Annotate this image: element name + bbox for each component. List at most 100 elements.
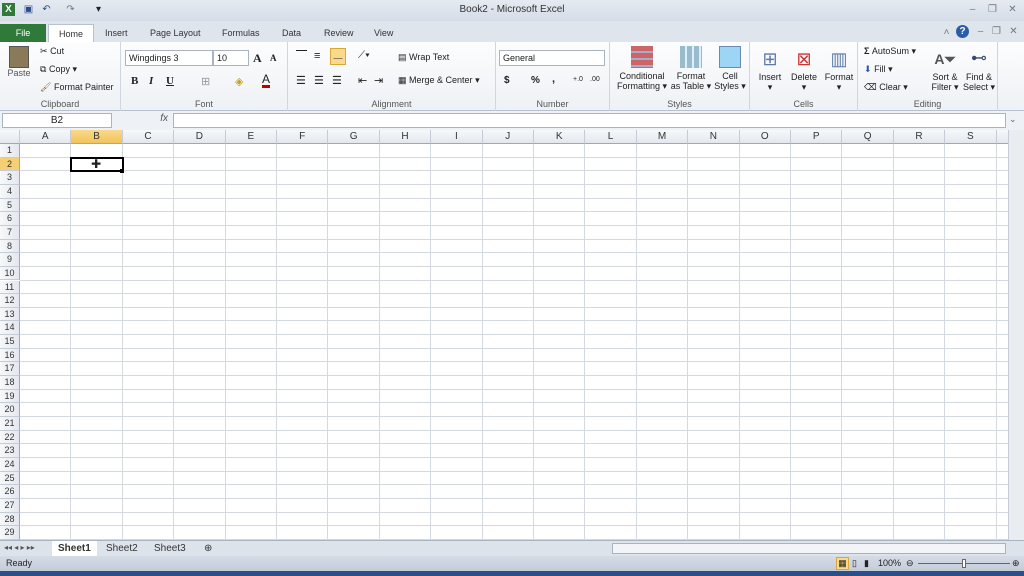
row-header-4[interactable]: 4 <box>0 184 20 199</box>
clear-button[interactable]: ⌫ Clear ▾ <box>864 82 908 93</box>
align-right-icon[interactable]: ☰ <box>332 74 342 87</box>
format-as-table-button[interactable]: Format as Table ▾ <box>670 46 712 91</box>
fill-color-icon[interactable]: ◈ <box>235 75 243 88</box>
workbook-restore-icon[interactable]: ❐ <box>990 25 1003 38</box>
sheet-nav-icon[interactable]: ◂◂ ◂ ▸ ▸▸ <box>4 543 35 552</box>
row-header-6[interactable]: 6 <box>0 212 20 226</box>
column-header-B[interactable]: B <box>71 130 123 144</box>
select-all-corner[interactable] <box>0 130 20 144</box>
underline-button[interactable]: U <box>166 75 174 87</box>
italic-button[interactable]: I <box>149 75 153 87</box>
row-header-21[interactable]: 21 <box>0 417 20 431</box>
sheet-tab-2[interactable]: Sheet2 <box>100 541 144 556</box>
conditional-formatting-button[interactable]: Conditional Formatting ▾ <box>614 46 670 91</box>
row-header-13[interactable]: 13 <box>0 307 20 322</box>
minimize-icon[interactable]: – <box>966 3 979 16</box>
row-header-25[interactable]: 25 <box>0 471 20 486</box>
row-header-26[interactable]: 26 <box>0 485 20 499</box>
insert-cells-button[interactable]: ⊞ Insert ▾ <box>754 46 786 92</box>
row-header-16[interactable]: 16 <box>0 348 20 363</box>
column-header-T[interactable] <box>996 130 1008 144</box>
tab-review[interactable]: Review <box>314 24 364 42</box>
sheet-tab-1[interactable]: Sheet1 <box>52 541 97 556</box>
spreadsheet-grid[interactable]: A B C D E F G H I J K L M N O P Q R S 1 2 3 4 5 6 7 8 9 10 11 12 13 14 15… <box>0 130 1008 540</box>
row-header-24[interactable]: 24 <box>0 457 20 472</box>
tab-file[interactable]: File <box>0 24 46 42</box>
row-header-10[interactable]: 10 <box>0 266 20 281</box>
font-color-button[interactable]: A <box>262 73 271 88</box>
font-size-select[interactable]: 10 <box>213 50 249 66</box>
zoom-out-icon[interactable]: ⊖ <box>906 556 914 571</box>
row-header-14[interactable]: 14 <box>0 321 20 336</box>
tab-home[interactable]: Home <box>48 24 95 42</box>
increase-decimal-button[interactable]: +.0 <box>573 76 583 83</box>
column-header-O[interactable]: O <box>739 130 791 144</box>
row-header-22[interactable]: 22 <box>0 430 20 445</box>
delete-cells-button[interactable]: ⊠ Delete ▾ <box>788 46 820 92</box>
row-header-11[interactable]: 11 <box>0 280 20 295</box>
column-header-G[interactable]: G <box>328 130 380 144</box>
row-header-9[interactable]: 9 <box>0 253 20 267</box>
row-header-12[interactable]: 12 <box>0 294 20 308</box>
row-header-5[interactable]: 5 <box>0 198 20 213</box>
expand-formula-bar-icon[interactable]: ⌄ <box>1009 114 1017 125</box>
middle-align-icon[interactable]: ≡ <box>314 50 320 62</box>
column-header-F[interactable]: F <box>277 130 329 144</box>
minimize-ribbon-icon[interactable]: ˄ <box>940 26 953 39</box>
vertical-scrollbar[interactable] <box>1008 130 1024 540</box>
restore-icon[interactable]: ❐ <box>986 3 999 16</box>
formula-input[interactable] <box>173 113 1006 128</box>
autosum-button[interactable]: Σ AutoSum ▾ <box>864 46 916 57</box>
row-header-15[interactable]: 15 <box>0 335 20 349</box>
column-header-A[interactable]: A <box>20 130 72 144</box>
close-icon[interactable]: ✕ <box>1006 3 1019 16</box>
wrap-text-button[interactable]: ▤ Wrap Text <box>398 52 449 63</box>
tab-formulas[interactable]: Formulas <box>212 24 270 42</box>
column-header-L[interactable]: L <box>585 130 637 144</box>
page-break-view-icon[interactable]: ▮ <box>864 556 869 571</box>
insert-sheet-icon[interactable]: ⊕ <box>198 541 218 556</box>
borders-icon[interactable]: ⊞ <box>201 75 210 88</box>
column-header-R[interactable]: R <box>893 130 946 144</box>
copy-button[interactable]: ⧉ Copy ▾ <box>40 64 77 75</box>
paste-button[interactable]: Paste <box>6 46 32 78</box>
top-align-icon[interactable]: ⎺ <box>296 50 307 63</box>
workbook-close-icon[interactable]: ✕ <box>1007 25 1020 38</box>
tab-data[interactable]: Data <box>272 24 311 42</box>
cut-button[interactable]: ✂ Cut <box>40 46 64 57</box>
percent-button[interactable]: % <box>531 75 540 86</box>
align-left-icon[interactable]: ☰ <box>296 74 306 87</box>
horizontal-scrollbar[interactable] <box>612 543 1006 554</box>
zoom-level[interactable]: 100% <box>878 556 901 571</box>
page-layout-view-icon[interactable]: ▯ <box>852 556 857 571</box>
format-painter-button[interactable]: 🖌 Format Painter <box>40 82 113 93</box>
zoom-in-icon[interactable]: ⊕ <box>1012 556 1020 571</box>
help-icon[interactable]: ? <box>956 25 969 38</box>
cell-styles-button[interactable]: Cell Styles ▾ <box>712 46 748 91</box>
row-header-18[interactable]: 18 <box>0 376 20 390</box>
increase-indent-icon[interactable]: ⇥ <box>374 74 383 87</box>
font-name-select[interactable]: Wingdings 3 <box>125 50 213 66</box>
fill-button[interactable]: ⬇ Fill ▾ <box>864 64 893 75</box>
sheet-tab-3[interactable]: Sheet3 <box>148 541 192 556</box>
name-box[interactable]: B2 <box>2 113 112 128</box>
grow-font-button[interactable]: A <box>253 51 262 66</box>
row-header-19[interactable]: 19 <box>0 389 20 404</box>
decrease-decimal-button[interactable]: .00 <box>590 76 600 83</box>
row-header-7[interactable]: 7 <box>0 225 20 240</box>
column-header-J[interactable]: J <box>482 130 534 144</box>
zoom-slider-handle[interactable] <box>962 559 966 568</box>
insert-function-button[interactable]: fx <box>116 113 172 128</box>
column-header-C[interactable]: C <box>122 130 175 144</box>
workbook-minimize-icon[interactable]: – <box>974 25 987 38</box>
row-header-20[interactable]: 20 <box>0 403 20 417</box>
format-cells-button[interactable]: ▥ Format ▾ <box>822 46 856 92</box>
row-header-29[interactable]: 29 <box>0 526 20 540</box>
column-header-D[interactable]: D <box>174 130 226 144</box>
number-format-select[interactable]: General <box>499 50 605 66</box>
bold-button[interactable]: B <box>131 75 138 87</box>
tab-view[interactable]: View <box>364 24 403 42</box>
row-header-17[interactable]: 17 <box>0 362 20 377</box>
column-header-S[interactable]: S <box>945 130 997 144</box>
comma-button[interactable]: , <box>552 73 555 85</box>
